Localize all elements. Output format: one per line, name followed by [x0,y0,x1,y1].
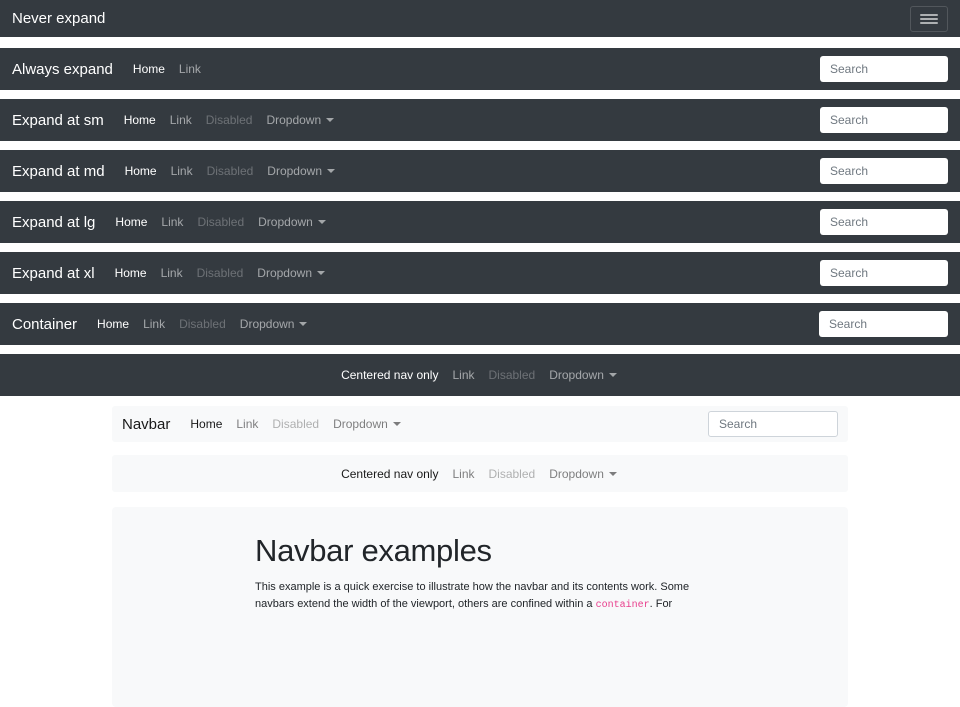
nav-link-disabled: Disabled [191,215,250,229]
navbar-expand-at-md: Expand at md Home Link Disabled Dropdown [0,150,960,192]
nav-link-link[interactable]: Link [173,62,207,76]
nav-link-link[interactable]: Link [165,164,199,178]
nav-dropdown-toggle[interactable]: Dropdown [261,164,341,178]
navbar-centered-dark: Centered nav only Link Disabled Dropdown [0,354,960,396]
nav-link-home[interactable]: Home [91,317,135,331]
nav-link-disabled: Disabled [483,467,542,481]
nav-link-link[interactable]: Link [155,266,189,280]
caret-down-icon [609,373,617,377]
navbar-nav: Home Link Disabled Dropdown [184,417,408,431]
nav-link-home[interactable]: Home [184,417,228,431]
navbar-centered-light: Centered nav only Link Disabled Dropdown [112,455,848,492]
navbar-brand[interactable]: Expand at xl [12,265,95,282]
caret-down-icon [326,118,334,122]
nav-link-centered-nav-only[interactable]: Centered nav only [335,467,444,481]
navbar-nav: Home Link Disabled Dropdown [109,266,333,280]
caret-down-icon [393,422,401,426]
caret-down-icon [327,169,335,173]
navbar-always-expand: Always expand Home Link [0,48,960,90]
navbar-nav: Centered nav only Link Disabled Dropdown [335,368,625,382]
navbar-expand-at-xl: Expand at xl Home Link Disabled Dropdown [0,252,960,294]
nav-link-home[interactable]: Home [118,113,162,127]
nav-link-link[interactable]: Link [230,417,264,431]
nav-link-home[interactable]: Home [109,266,153,280]
intro-paragraph: This example is a quick exercise to illu… [255,579,705,613]
navbar-nav: Centered nav only Link Disabled Dropdown [335,467,625,481]
nav-dropdown-toggle[interactable]: Dropdown [234,317,314,331]
nav-link-home[interactable]: Home [127,62,171,76]
nav-dropdown-toggle[interactable]: Dropdown [543,467,623,481]
hamburger-icon [920,12,938,26]
navbar-brand[interactable]: Never expand [12,10,105,27]
navbar-container: Container Home Link Disabled Dropdown [0,303,960,345]
navbar-brand[interactable]: Navbar [122,416,170,433]
jumbotron: Navbar examples This example is a quick … [112,507,848,707]
navbar-nav: Home Link Disabled Dropdown [109,215,333,229]
nav-link-disabled: Disabled [200,113,259,127]
code-container-token: container [596,600,650,611]
nav-dropdown-toggle[interactable]: Dropdown [543,368,623,382]
caret-down-icon [317,271,325,275]
navbar-never-expand: Never expand [0,0,960,37]
nav-link-link[interactable]: Link [164,113,198,127]
nav-link-disabled: Disabled [173,317,232,331]
navbar-nav: Home Link Disabled Dropdown [118,113,342,127]
nav-link-home[interactable]: Home [109,215,153,229]
nav-link-home[interactable]: Home [119,164,163,178]
nav-link-link[interactable]: Link [155,215,189,229]
nav-link-disabled: Disabled [266,417,325,431]
navbar-brand[interactable]: Always expand [12,61,113,78]
navbar-brand[interactable]: Expand at md [12,163,105,180]
nav-link-disabled: Disabled [191,266,250,280]
search-input[interactable] [820,209,948,235]
navbar-inner-container: Container Home Link Disabled Dropdown [12,311,948,337]
nav-link-link[interactable]: Link [446,467,480,481]
nav-link-disabled: Disabled [201,164,260,178]
navbar-nav: Home Link [127,62,209,76]
caret-down-icon [299,322,307,326]
search-input[interactable] [708,411,838,437]
nav-dropdown-toggle[interactable]: Dropdown [260,113,340,127]
navbar-brand[interactable]: Expand at sm [12,112,104,129]
navbar-brand[interactable]: Expand at lg [12,214,95,231]
navbar-expand-at-lg: Expand at lg Home Link Disabled Dropdown [0,201,960,243]
content-container: Navbar Home Link Disabled Dropdown Cente… [112,406,848,707]
caret-down-icon [609,472,617,476]
search-input[interactable] [819,311,948,337]
navbar-light: Navbar Home Link Disabled Dropdown [112,406,848,442]
navbar-nav: Home Link Disabled Dropdown [91,317,315,331]
page-title: Navbar examples [255,533,705,569]
search-input[interactable] [820,56,948,82]
nav-link-link[interactable]: Link [137,317,171,331]
caret-down-icon [318,220,326,224]
navbar-nav: Home Link Disabled Dropdown [119,164,343,178]
nav-dropdown-toggle[interactable]: Dropdown [252,215,332,229]
navbar-expand-at-sm: Expand at sm Home Link Disabled Dropdown [0,99,960,141]
navbar-brand[interactable]: Container [12,316,77,333]
jumbotron-inner: Navbar examples This example is a quick … [255,533,705,613]
search-input[interactable] [820,107,948,133]
search-input[interactable] [820,260,948,286]
intro-text-after: . For [650,598,673,610]
nav-dropdown-toggle[interactable]: Dropdown [251,266,331,280]
search-input[interactable] [820,158,948,184]
nav-link-centered-nav-only[interactable]: Centered nav only [335,368,444,382]
navbar-toggler-button[interactable] [910,6,948,32]
nav-link-disabled: Disabled [483,368,542,382]
nav-link-link[interactable]: Link [446,368,480,382]
nav-dropdown-toggle[interactable]: Dropdown [327,417,407,431]
